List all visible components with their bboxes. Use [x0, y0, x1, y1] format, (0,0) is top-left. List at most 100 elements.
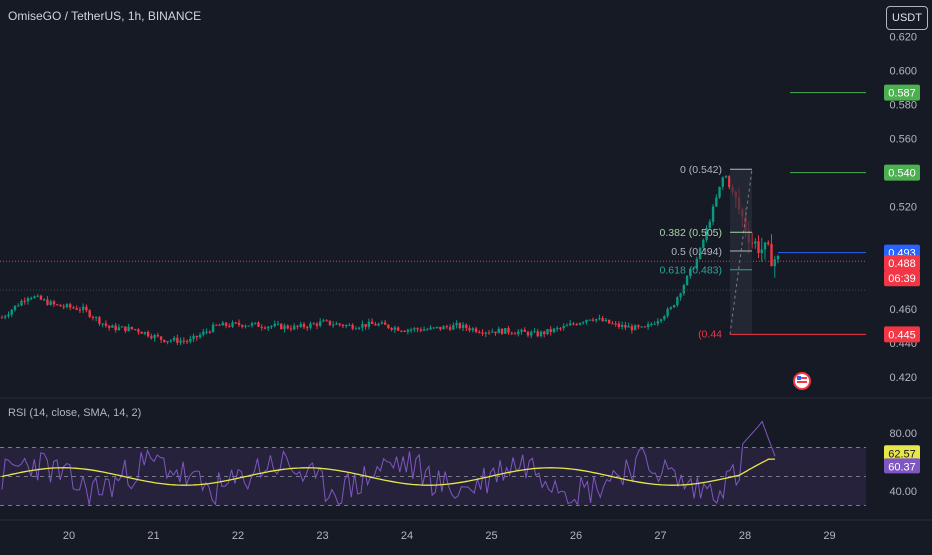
candle-body: [484, 332, 487, 334]
candle-body: [260, 326, 263, 328]
candle-body: [68, 304, 72, 308]
candle-body: [562, 326, 565, 329]
candle-body: [98, 317, 101, 324]
fib-label: 0.618 (0.483): [660, 265, 722, 277]
candle-body: [530, 332, 533, 336]
candle-body: [585, 319, 588, 323]
candle-body: [263, 327, 267, 329]
rsi-title[interactable]: RSI (14, close, SMA, 14, 2): [8, 407, 141, 419]
candle-body: [569, 323, 572, 326]
fib-label: 0 (0.542): [680, 164, 722, 176]
candle-body: [630, 326, 634, 331]
x-tick-label: 29: [823, 530, 835, 542]
candle-body: [400, 330, 403, 332]
candle-body: [370, 321, 374, 325]
candle-body: [36, 295, 39, 297]
candle-body: [510, 332, 513, 334]
candle-body: [143, 332, 147, 334]
candle-body: [104, 323, 108, 326]
candle-body: [465, 324, 468, 329]
chart-svg[interactable]: 0 (0.542) 0.382 (0.505) 0.5 (0.494) 0.618 (…: [0, 0, 932, 550]
candle-body: [218, 324, 221, 326]
candle-body: [633, 325, 637, 331]
candle-body: [679, 293, 682, 298]
candle-body: [325, 320, 328, 322]
candle-body: [617, 323, 621, 327]
price-tag-last: 0.488: [888, 258, 916, 270]
candle-body: [237, 322, 241, 325]
x-tick-label: 23: [316, 530, 328, 542]
candle-body: [185, 341, 189, 343]
candle-body: [283, 325, 286, 330]
candle-body: [250, 323, 254, 326]
candle-body: [669, 307, 673, 310]
candle-body: [39, 295, 43, 300]
symbol-title: OmiseGO / TetherUS, 1h, BINANCE: [8, 9, 202, 23]
candle-body: [754, 241, 757, 244]
candle-body: [607, 319, 611, 324]
x-tick-label: 22: [232, 530, 244, 542]
candle-body: [10, 309, 13, 315]
fib-label: 0.382 (0.505): [660, 227, 722, 239]
candle-body: [257, 322, 260, 327]
candle-body: [429, 327, 432, 330]
chart-area[interactable]: 0 (0.542) 0.382 (0.505) 0.5 (0.494) 0.618 (…: [0, 0, 932, 550]
candle-body: [676, 297, 679, 306]
candle-body: [241, 324, 244, 327]
candle-body: [166, 341, 169, 343]
candle-body: [393, 327, 397, 330]
candle-body: [409, 329, 413, 331]
candle-body: [338, 323, 341, 325]
candle-body: [364, 324, 367, 327]
candle-body: [591, 319, 595, 321]
candle-body: [497, 328, 500, 334]
candle-body: [81, 306, 85, 310]
candle-body: [267, 326, 270, 329]
y-tick-label: 0.580: [889, 100, 917, 112]
candle-body: [179, 340, 182, 343]
candle-body: [653, 323, 656, 325]
candle-body: [23, 300, 26, 302]
candle-body: [549, 329, 552, 333]
candle-body: [289, 328, 293, 330]
y-tick-label: 0.520: [889, 202, 917, 214]
candle-body: [458, 323, 462, 329]
candle-body: [150, 336, 153, 339]
candle-body: [601, 318, 604, 322]
candles: [0, 175, 780, 346]
candle-body: [390, 327, 393, 330]
candle-body: [367, 321, 371, 327]
candle-body: [127, 326, 130, 332]
candle-body: [4, 316, 7, 318]
candle-body: [354, 328, 358, 330]
candle-body: [666, 309, 669, 317]
candle-body: [715, 197, 718, 207]
currency-button[interactable]: USDT: [886, 6, 928, 30]
candle-body: [471, 328, 474, 331]
x-tick-label: 25: [485, 530, 497, 542]
x-tick-label: 20: [63, 530, 75, 542]
candle-body: [293, 325, 296, 330]
candle-body: [117, 327, 121, 331]
candle-body: [59, 304, 62, 307]
candle-body: [572, 323, 575, 325]
candle-body: [159, 336, 163, 340]
candle-body: [78, 309, 82, 311]
candle-body: [643, 326, 647, 328]
candle-body: [659, 319, 663, 322]
candle-body: [357, 327, 361, 329]
x-tick-label: 27: [654, 530, 666, 542]
candle-body: [552, 328, 556, 333]
candle-body: [507, 328, 510, 333]
candle-body: [273, 323, 276, 327]
candle-body: [176, 337, 179, 343]
fib-label: 0.5 (0.494): [671, 246, 722, 258]
candle-body: [614, 323, 617, 325]
candle-body: [565, 325, 569, 327]
candle-body: [91, 316, 95, 319]
candle-body: [309, 323, 312, 328]
candle-body: [361, 324, 364, 328]
candle-body: [578, 323, 582, 325]
candle-body: [247, 325, 250, 327]
candle-body: [205, 331, 208, 333]
